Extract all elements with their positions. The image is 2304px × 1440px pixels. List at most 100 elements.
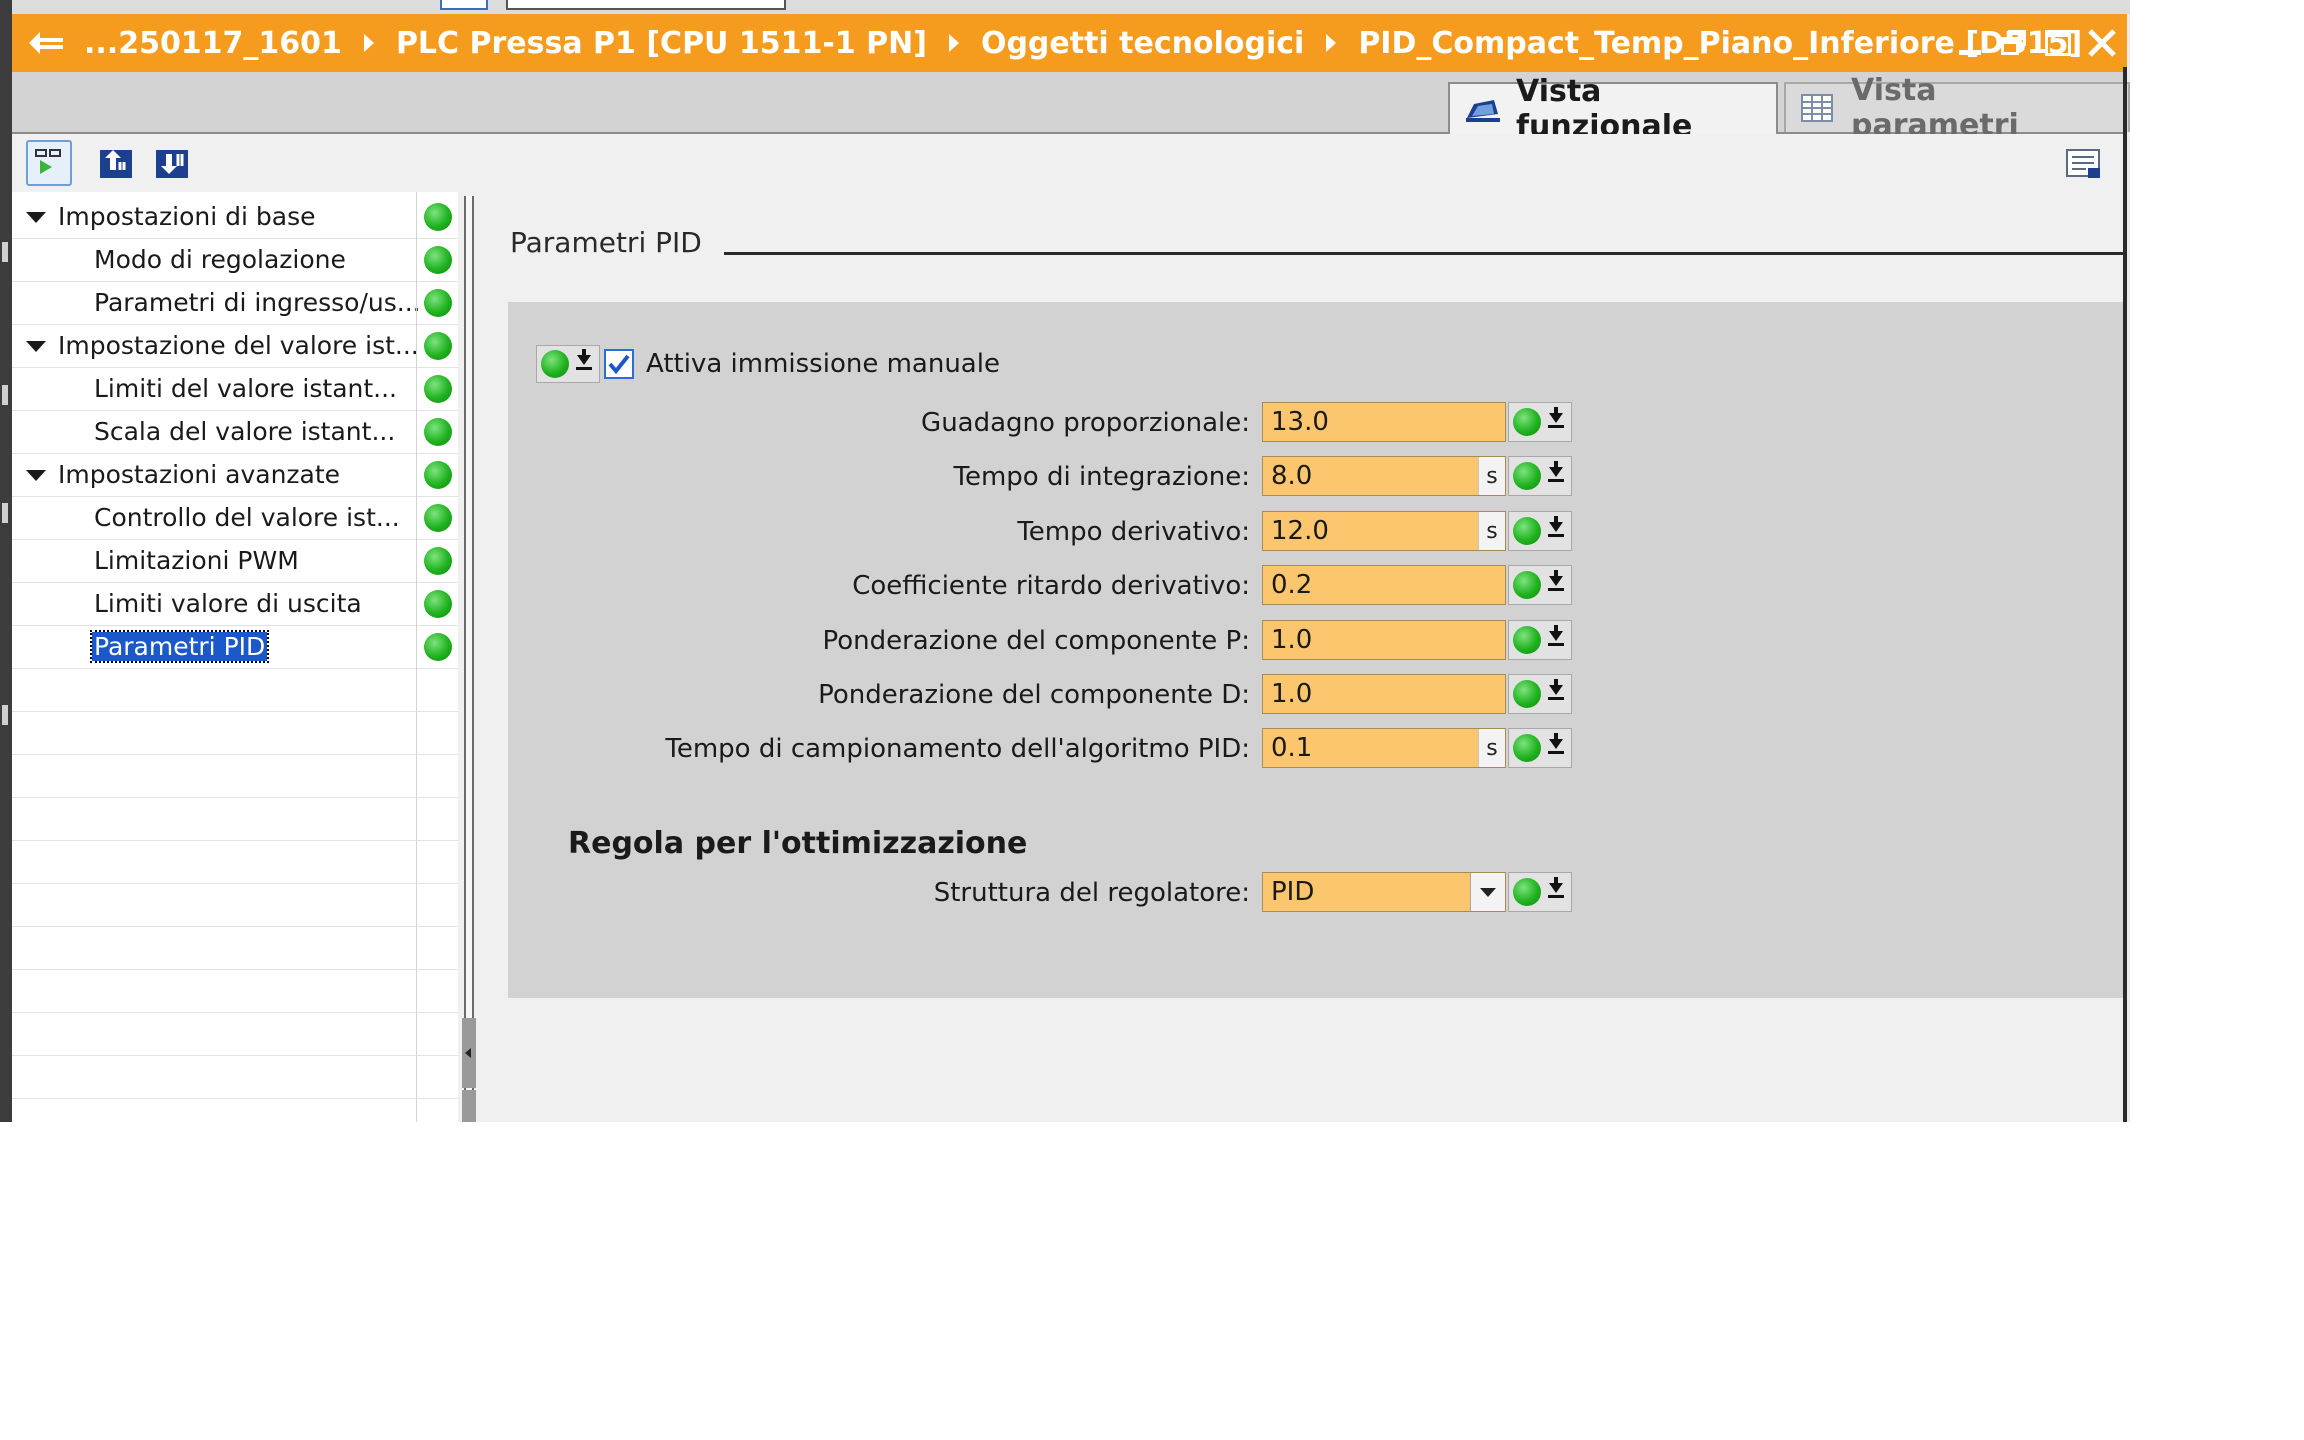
- download-value-icon[interactable]: [1545, 877, 1567, 907]
- download-value-icon[interactable]: [1545, 461, 1567, 491]
- tree-item-status: [416, 325, 459, 368]
- parameter-input[interactable]: 12.0 s: [1262, 511, 1506, 551]
- parameter-input[interactable]: 8.0 s: [1262, 456, 1506, 496]
- tree-item-status: [416, 626, 459, 669]
- download-value-icon[interactable]: [1545, 679, 1567, 709]
- tree-item[interactable]: Limitazioni PWM: [12, 540, 458, 583]
- tree-empty-row: [12, 1013, 458, 1056]
- tree-item[interactable]: Scala del valore istant...: [12, 411, 458, 454]
- expand-caret-icon[interactable]: [26, 212, 46, 223]
- status-ok-icon: [1513, 626, 1541, 654]
- tab-parameter-view[interactable]: Vista parametri: [1784, 73, 2130, 143]
- overview-button[interactable]: [26, 140, 72, 186]
- status-ok-icon: [1513, 408, 1541, 436]
- minimize-icon[interactable]: [1953, 26, 1987, 60]
- tree-item[interactable]: Controllo del valore ist...: [12, 497, 458, 540]
- parameter-input[interactable]: 0.1 s: [1262, 728, 1506, 768]
- checkmark-icon: [608, 354, 630, 375]
- download-value-icon[interactable]: [1545, 570, 1567, 600]
- toolbar-remnant: [0, 0, 2130, 14]
- tree-item[interactable]: Impostazioni di base: [12, 196, 458, 239]
- parameters-pane: Parametri PID Attiva immissione manuale …: [480, 192, 2123, 1122]
- chevron-down-icon[interactable]: [1470, 873, 1505, 911]
- download-value-icon[interactable]: [1545, 516, 1567, 546]
- status-ok-icon: [424, 289, 452, 317]
- window-controls: [1953, 22, 2119, 64]
- controller-structure-row: Struttura del regolatore: PID: [508, 872, 2123, 912]
- pid-config-editor: ...250117_1601 PLC Pressa P1 [CPU 1511-1…: [0, 0, 2130, 1122]
- status-ok-icon: [424, 633, 452, 661]
- restore-icon[interactable]: [1997, 26, 2031, 60]
- controller-structure-status: [1508, 872, 1572, 912]
- tree-item[interactable]: Parametri di ingresso/us...: [12, 282, 458, 325]
- status-ok-icon: [424, 418, 452, 446]
- tree-empty-row: [12, 841, 458, 884]
- back-arrow-icon[interactable]: [24, 21, 68, 65]
- breadcrumb-project[interactable]: ...250117_1601: [84, 26, 342, 61]
- upload-icon: [100, 150, 132, 178]
- toolbar-field[interactable]: [506, 0, 786, 10]
- parameter-status-group: [1508, 565, 1572, 605]
- upload-button[interactable]: [94, 140, 140, 186]
- tree-item-label: Controllo del valore ist...: [94, 503, 400, 532]
- tree-item[interactable]: Modo di regolazione: [12, 239, 458, 282]
- status-ok-icon: [1513, 734, 1541, 762]
- parameter-value: 13.0: [1271, 407, 1329, 437]
- status-ok-icon: [424, 461, 452, 489]
- download-value-icon[interactable]: [1545, 625, 1567, 655]
- pane-splitter[interactable]: [458, 192, 480, 1122]
- tree-item-label: Parametri PID: [89, 630, 270, 663]
- parameter-label: Ponderazione del componente D:: [818, 680, 1250, 710]
- download-value-icon[interactable]: [573, 349, 595, 379]
- parameter-row: Tempo di integrazione: 8.0 s: [508, 456, 2123, 496]
- status-ok-icon: [1513, 462, 1541, 490]
- breadcrumb-plc[interactable]: PLC Pressa P1 [CPU 1511-1 PN]: [396, 26, 927, 61]
- functional-view-icon: [1464, 94, 1502, 124]
- tree-item-label: Limitazioni PWM: [94, 546, 299, 575]
- tree-empty-row: [12, 755, 458, 798]
- parameter-input[interactable]: 1.0: [1262, 674, 1506, 714]
- tree-empty-row: [12, 1056, 458, 1099]
- tree-item[interactable]: Parametri PID: [12, 626, 458, 669]
- dock-notch: [2, 242, 8, 262]
- parameter-status-group: [1508, 674, 1572, 714]
- tree-item[interactable]: Impostazioni avanzate: [12, 454, 458, 497]
- parameter-status-group: [1508, 456, 1572, 496]
- tree-empty-row: [12, 798, 458, 841]
- splitter-handle[interactable]: [462, 1090, 476, 1122]
- download-value-icon[interactable]: [1545, 407, 1567, 437]
- parameter-input[interactable]: 0.2: [1262, 565, 1506, 605]
- toolbar-slot[interactable]: [440, 0, 488, 10]
- tree-item[interactable]: Impostazione del valore ist...: [12, 325, 458, 368]
- panel-options-button[interactable]: [2064, 144, 2104, 184]
- download-value-icon[interactable]: [1545, 733, 1567, 763]
- close-icon[interactable]: [2085, 26, 2119, 60]
- maximize-icon[interactable]: [2041, 26, 2075, 60]
- tab-functional-view[interactable]: Vista funzionale: [1448, 74, 1778, 144]
- parameter-status-group: [1508, 728, 1572, 768]
- parameter-status-group: [1508, 620, 1572, 660]
- tree-item-status: [416, 454, 459, 497]
- breadcrumb-tech-objects[interactable]: Oggetti tecnologici: [981, 26, 1304, 61]
- expand-caret-icon[interactable]: [26, 341, 46, 352]
- parameter-input[interactable]: 13.0: [1262, 402, 1506, 442]
- download-button[interactable]: [150, 140, 196, 186]
- manual-entry-checkbox[interactable]: [604, 349, 634, 379]
- controller-structure-select[interactable]: PID: [1262, 872, 1506, 912]
- parameter-value: 1.0: [1271, 625, 1313, 655]
- parameter-status-group: [1508, 511, 1572, 551]
- tree-item-label: Impostazione del valore ist...: [58, 331, 419, 360]
- parameter-input[interactable]: 1.0: [1262, 620, 1506, 660]
- parameter-row: Ponderazione del componente P: 1.0: [508, 620, 2123, 660]
- tree-item-label: Parametri di ingresso/us...: [94, 288, 421, 317]
- status-ok-icon: [1513, 517, 1541, 545]
- tree-item[interactable]: Limiti valore di uscita: [12, 583, 458, 626]
- tree-item[interactable]: Limiti del valore istant...: [12, 368, 458, 411]
- download-icon: [156, 150, 188, 178]
- tree-empty-row: [12, 1099, 458, 1122]
- section-title: Parametri PID: [510, 226, 702, 259]
- expand-caret-icon[interactable]: [26, 470, 46, 481]
- collapse-handle[interactable]: [462, 1018, 476, 1088]
- parameter-value: 1.0: [1271, 679, 1313, 709]
- parameter-value: 0.1: [1271, 733, 1313, 763]
